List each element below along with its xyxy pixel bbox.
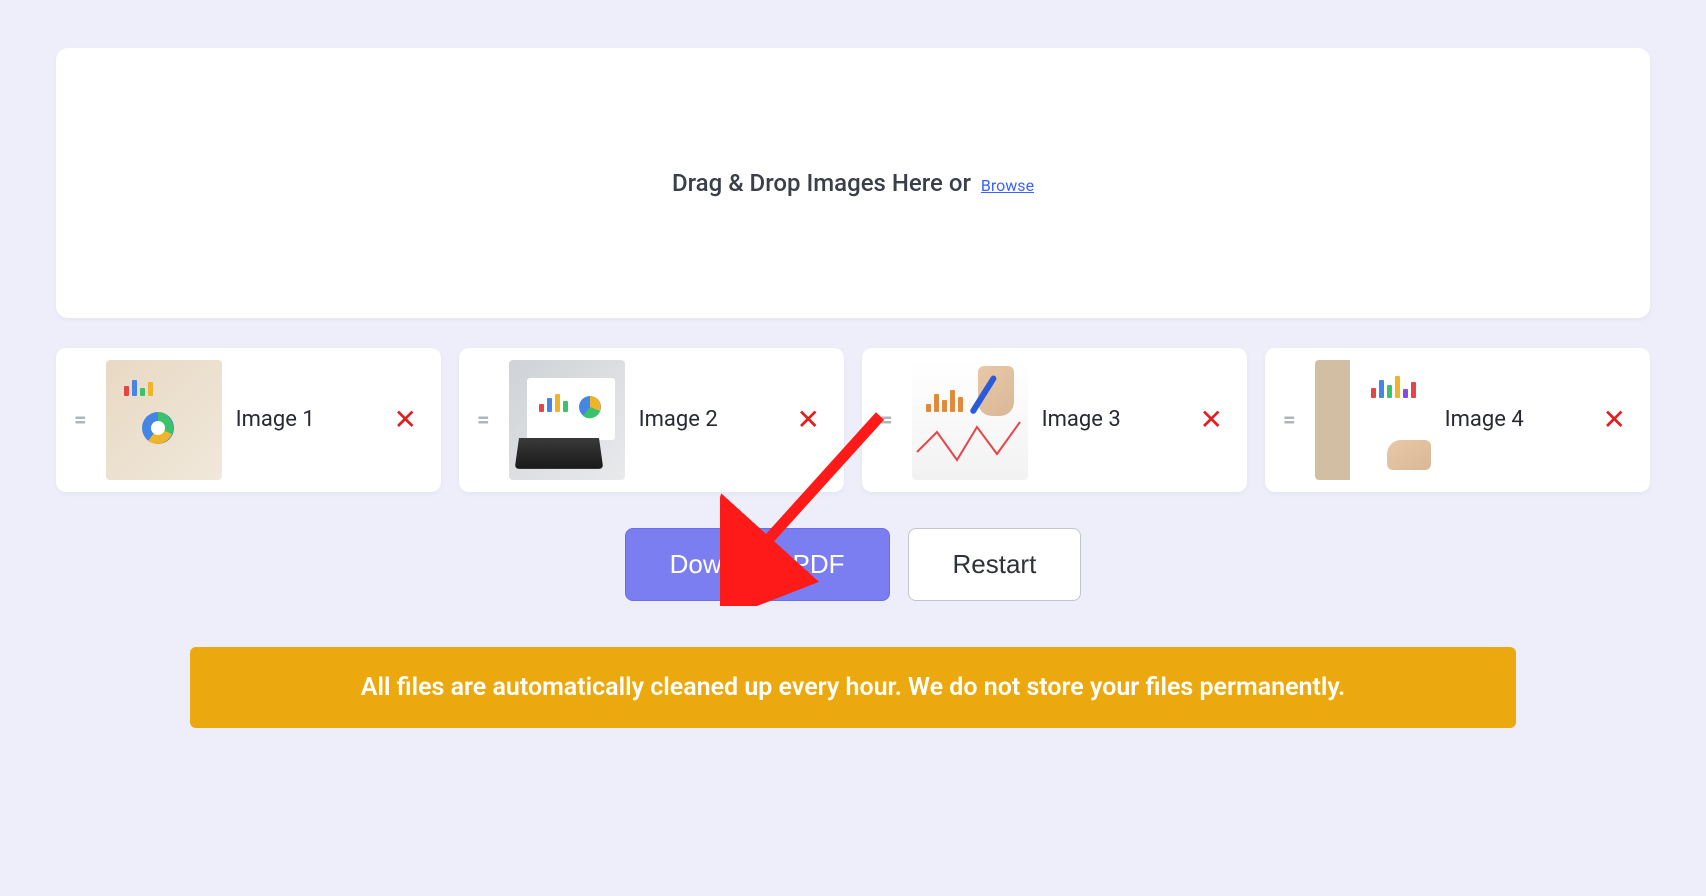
thumbnail-card[interactable]: = Image 1 ✕ [56,348,441,492]
thumbnail-row: = Image 1 ✕ = [56,348,1650,492]
thumbnail-label: Image 4 [1445,406,1597,435]
thumbnail-card[interactable]: = Image 2 ✕ [459,348,844,492]
thumbnail-card[interactable]: = Image 4 ✕ [1265,348,1650,492]
thumbnail-label: Image 3 [1042,406,1194,435]
dropzone[interactable]: Drag & Drop Images Here or Browse [56,48,1650,318]
drag-handle-icon[interactable]: = [1283,408,1293,433]
browse-link[interactable]: Browse [981,176,1034,195]
restart-button[interactable]: Restart [908,528,1082,601]
info-banner: All files are automatically cleaned up e… [190,647,1516,728]
thumbnail-image [1315,360,1431,480]
thumbnail-label: Image 1 [236,406,388,435]
remove-icon[interactable]: ✕ [388,400,423,440]
thumbnail-card[interactable]: = Image 3 ✕ [862,348,1247,492]
thumbnail-image [509,360,625,480]
thumbnail-image [912,360,1028,480]
thumbnail-image [106,360,222,480]
dropzone-text: Drag & Drop Images Here or [672,169,971,197]
thumbnail-label: Image 2 [639,406,791,435]
drag-handle-icon[interactable]: = [74,408,84,433]
action-row: Download PDF Restart [0,528,1706,601]
dropzone-inner: Drag & Drop Images Here or Browse [672,169,1034,197]
drag-handle-icon[interactable]: = [477,408,487,433]
remove-icon[interactable]: ✕ [791,400,826,440]
drag-handle-icon[interactable]: = [880,408,890,433]
download-pdf-button[interactable]: Download PDF [625,528,890,601]
remove-icon[interactable]: ✕ [1597,400,1632,440]
remove-icon[interactable]: ✕ [1194,400,1229,440]
